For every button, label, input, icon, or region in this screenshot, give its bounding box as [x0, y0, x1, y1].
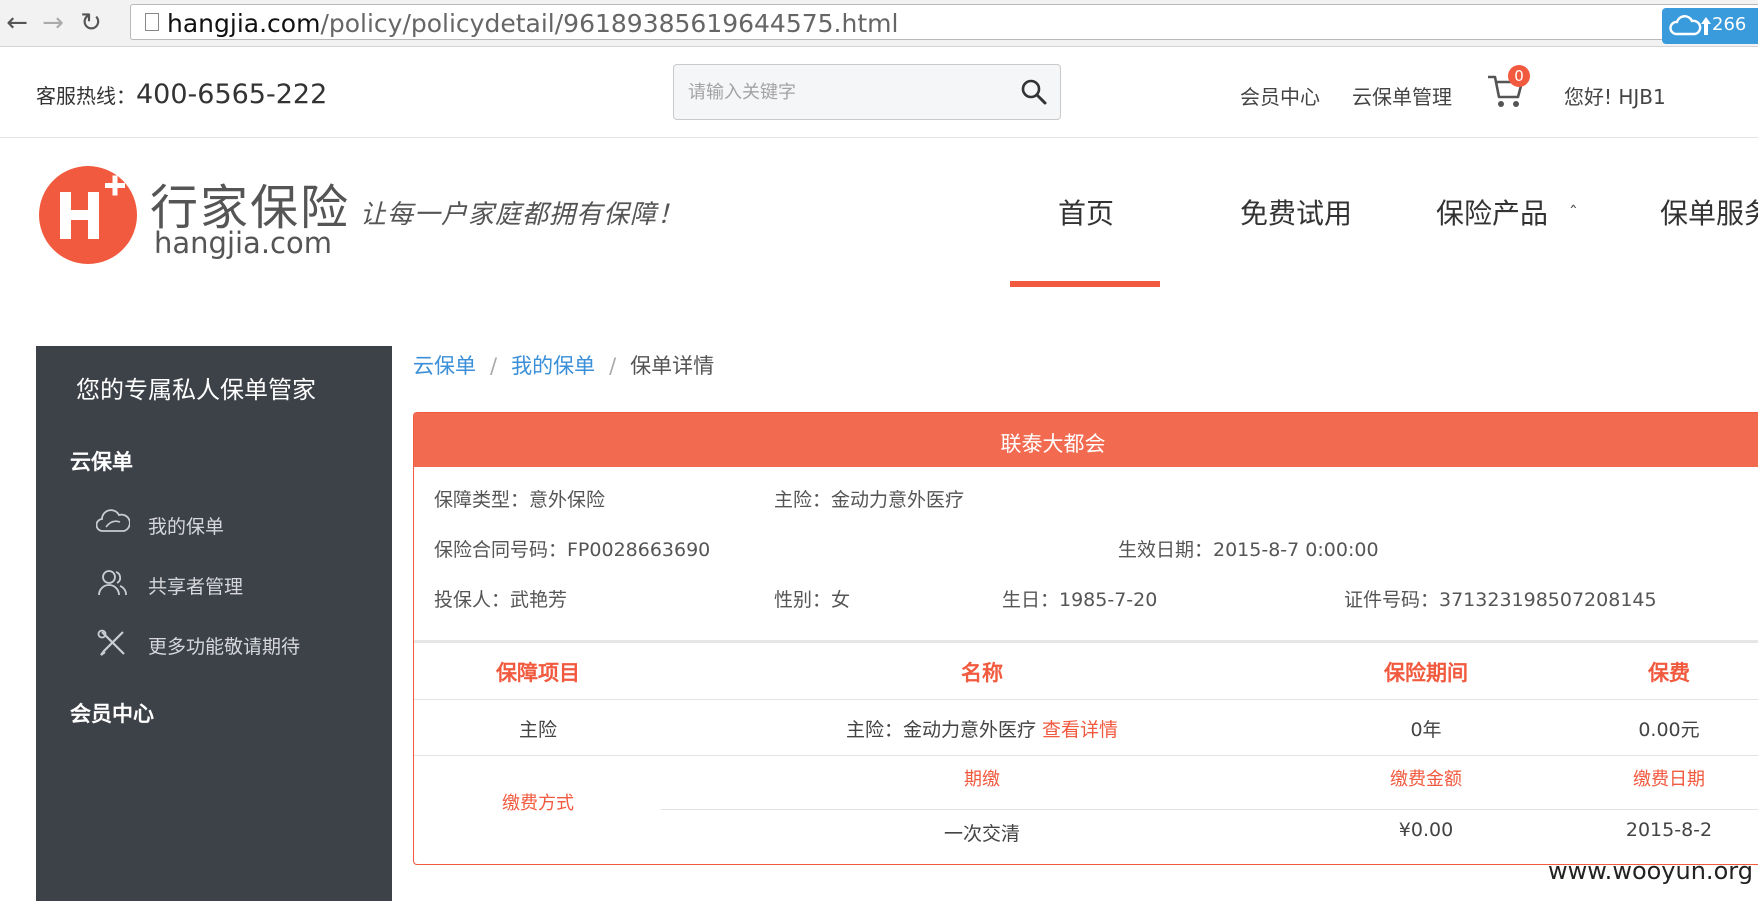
column-header-period: 保险期间: [1384, 661, 1468, 685]
cloud-policy-link[interactable]: 云保单管理: [1352, 81, 1452, 110]
coverage-item-cell: 主险: [518, 719, 558, 741]
policy-detail-card: 联泰大都会 保障类型：意外保险 主险：金动力意外医疗 保险合同号码：FP0028…: [413, 412, 1758, 865]
column-header-name: 名称: [961, 661, 1003, 685]
browser-toolbar: ← → ↻ hangjia.com/policy/policydetail/96…: [0, 0, 1758, 47]
url-text: hangjia.com/policy/policydetail/96189385…: [167, 9, 899, 38]
users-icon: [98, 570, 127, 596]
nav-insurance-products[interactable]: 保险产品 ˆ: [1436, 192, 1578, 232]
sidebar-item-more-features[interactable]: 更多功能敬请期待: [96, 629, 396, 659]
row-divider: [661, 809, 1758, 810]
reload-icon[interactable]: ↻: [74, 8, 108, 38]
policy-holder: 投保人：武艳芳: [434, 589, 568, 611]
arrow-up-icon: [1701, 17, 1711, 35]
watermark: www.wooyun.org: [1548, 857, 1753, 885]
sidebar: 您的专属私人保单管家 云保单 我的保单 共享者管理 更多功能敬请期待 会员中心: [36, 346, 392, 901]
row-divider: [414, 755, 1758, 756]
hotline-label: 客服热线：: [36, 84, 136, 108]
active-nav-indicator: [1010, 281, 1160, 287]
gender: 性别：女: [774, 589, 851, 611]
payment-term-value: 一次交清: [943, 823, 1021, 845]
sidebar-item-label: 共享者管理: [148, 576, 244, 598]
breadcrumb-separator: /: [609, 354, 617, 378]
hotline-number: 400-6565-222: [136, 79, 328, 110]
upload-count: 266: [1712, 14, 1747, 35]
top-info-bar: 客服热线：400-6565-222 会员中心 云保单管理 0 您好! HJB1: [0, 47, 1758, 138]
search-box: [673, 64, 1061, 120]
sidebar-item-label: 更多功能敬请期待: [148, 636, 301, 658]
member-center-link[interactable]: 会员中心: [1240, 81, 1320, 110]
effective-date: 生效日期：2015-8-7 0:00:00: [1118, 539, 1379, 561]
nav-insurance-products-label: 保险产品: [1436, 197, 1549, 230]
forward-arrow-icon[interactable]: →: [36, 8, 70, 38]
period-cell: 0年: [1410, 719, 1442, 741]
coverage-name-cell: 主险：金动力意外医疗 查看详情: [846, 715, 1118, 742]
payment-subheader-date: 缴费日期: [1633, 769, 1705, 790]
id-number: 证件号码：371323198507208145: [1344, 589, 1657, 611]
sidebar-group-member-center[interactable]: 会员中心: [70, 698, 154, 728]
slogan: 让每一户家庭都拥有保障！: [360, 200, 685, 230]
premium-cell: 0.00元: [1638, 719, 1700, 741]
section-divider: [414, 640, 1758, 643]
view-details-link[interactable]: 查看详情: [1042, 719, 1118, 741]
sidebar-item-my-policies[interactable]: 我的保单: [96, 509, 376, 539]
column-header-premium: 保费: [1648, 661, 1690, 685]
column-header-coverage-item: 保障项目: [496, 661, 580, 685]
main-insurance: 主险：金动力意外医疗: [774, 489, 965, 511]
back-arrow-icon[interactable]: ←: [0, 8, 34, 38]
payment-amount-value: ¥0.00: [1398, 819, 1454, 841]
coverage-type: 保障类型：意外保险: [434, 489, 606, 511]
breadcrumb: 云保单 / 我的保单 / 保单详情: [413, 350, 714, 380]
address-bar[interactable]: hangjia.com/policy/policydetail/96189385…: [130, 4, 1758, 40]
cart-count-badge: 0: [1508, 65, 1530, 87]
card-header: 联泰大都会: [414, 413, 1758, 467]
payment-subheader-amount: 缴费金额: [1390, 769, 1462, 790]
cloud-upload-icon: [1669, 15, 1702, 36]
payment-date-value: 2015-8-2: [1625, 819, 1713, 841]
brand-name-en: hangjia.com: [154, 226, 332, 260]
birthday: 生日：1985-7-20: [1002, 589, 1158, 611]
breadcrumb-cloud-policy[interactable]: 云保单: [413, 354, 476, 378]
payment-subheader-term: 期缴: [964, 769, 1000, 790]
search-input[interactable]: [674, 65, 1032, 119]
sidebar-item-label: 我的保单: [148, 516, 225, 538]
breadcrumb-separator: /: [490, 354, 498, 378]
contract-number: 保险合同号码：FP0028663690: [434, 539, 711, 561]
nav-policy-service[interactable]: 保单服务: [1660, 192, 1758, 232]
hotline: 客服热线：400-6565-222: [36, 79, 327, 110]
row-divider: [414, 699, 1758, 700]
breadcrumb-current: 保单详情: [630, 354, 715, 378]
upload-widget[interactable]: 266: [1662, 8, 1758, 44]
chevron-up-icon: ˆ: [1568, 203, 1578, 224]
sidebar-title: 您的专属私人保单管家: [76, 376, 316, 404]
cart-button[interactable]: 0: [1486, 65, 1530, 111]
breadcrumb-my-policies[interactable]: 我的保单: [511, 354, 595, 378]
page-icon: [145, 13, 159, 31]
search-icon[interactable]: [1020, 78, 1048, 106]
payment-method-label: 缴费方式: [502, 793, 574, 814]
user-greeting[interactable]: 您好! HJB1: [1564, 81, 1666, 110]
nav-home[interactable]: 首页: [1058, 192, 1114, 232]
cloud-icon: [96, 509, 130, 532]
logo[interactable]: [38, 165, 138, 265]
tools-icon: [97, 629, 125, 656]
coverage-name-text: 主险：金动力意外医疗: [845, 719, 1036, 741]
sidebar-group-cloud-policy[interactable]: 云保单: [70, 446, 133, 476]
nav-free-trial[interactable]: 免费试用: [1240, 192, 1352, 232]
sidebar-item-sharer-management[interactable]: 共享者管理: [96, 569, 376, 599]
insurer-name: 联泰大都会: [1000, 432, 1106, 456]
